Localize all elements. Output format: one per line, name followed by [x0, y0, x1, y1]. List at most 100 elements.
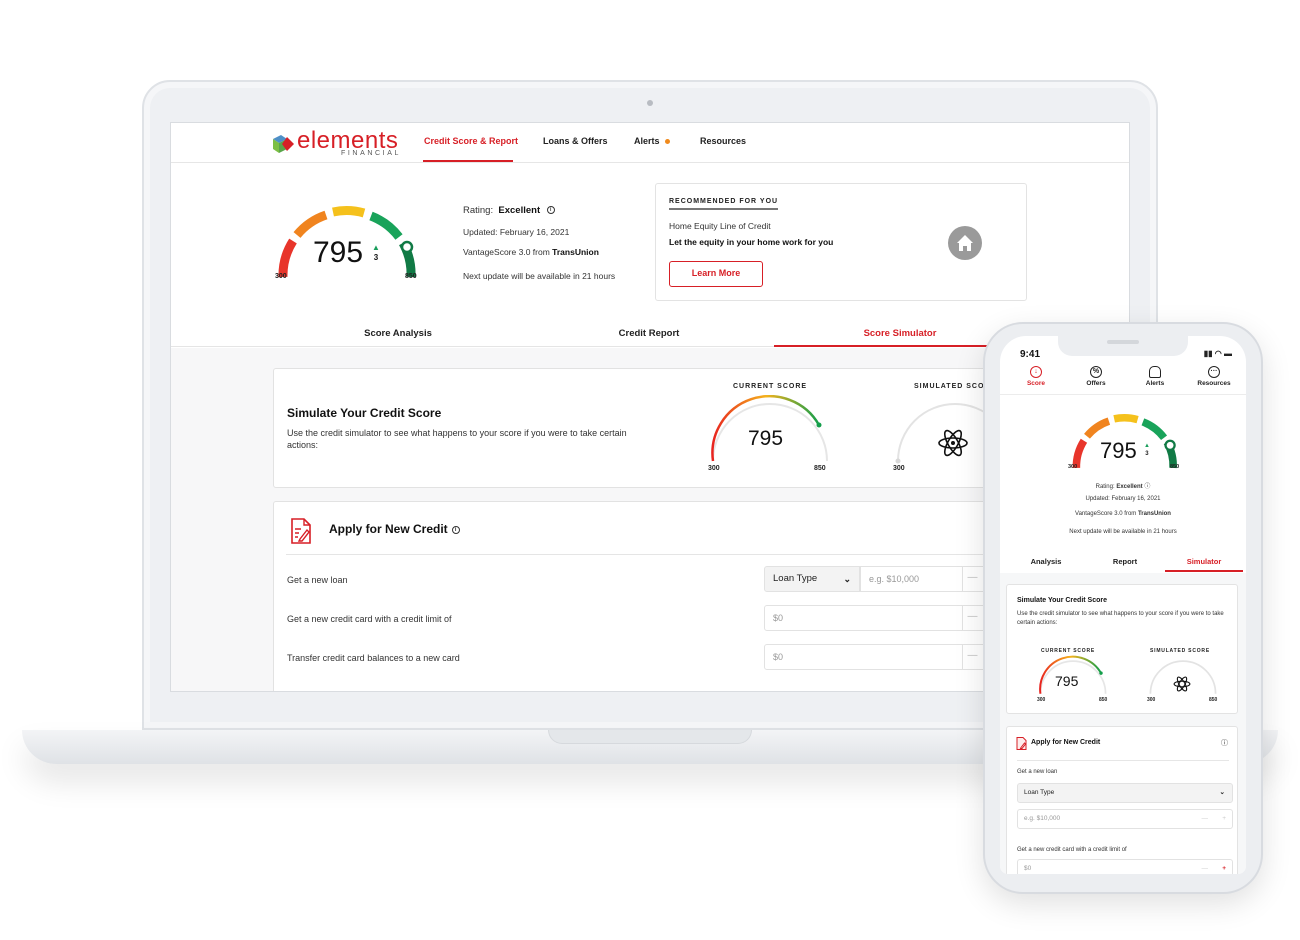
nav-alerts-label: Alerts — [634, 136, 660, 146]
current-score-label: CURRENT SCORE — [733, 383, 808, 390]
phone-loan-type-select[interactable]: Loan Type ⌄ — [1017, 783, 1233, 803]
gauge-min: 300 — [275, 273, 287, 280]
phone-nav-resources[interactable]: ··· Resources — [1184, 366, 1244, 387]
phone-source-prefix: VantageScore 3.0 from — [1075, 511, 1137, 517]
phone-simulator-description: Use the credit simulator to see what hap… — [1017, 611, 1224, 626]
tab-credit-report[interactable]: Credit Report — [524, 328, 774, 339]
recommended-title: RECOMMENDED FOR YOU — [669, 198, 779, 210]
loan-type-value: Loan Type — [773, 573, 818, 584]
phone-current-score-label: CURRENT SCORE — [1041, 648, 1096, 654]
laptop-camera — [647, 100, 653, 106]
current-gauge-max: 850 — [814, 465, 826, 472]
brand-logo[interactable]: elements FINANCIAL — [271, 127, 401, 159]
section-tabs: Score Analysis Credit Report Score Simul… — [171, 319, 1129, 347]
credit-limit-decrement-button[interactable]: — — [962, 605, 982, 631]
apply-title-text: Apply for New Credit — [329, 522, 448, 536]
minus-icon[interactable]: — — [1202, 860, 1209, 874]
percent-icon: % — [1090, 366, 1102, 378]
phone-speaker — [1107, 340, 1139, 344]
next-update: Next update will be available in 21 hour… — [463, 271, 616, 281]
phone-simulated-score-label: SIMULATED SCORE — [1150, 648, 1210, 654]
document-edit-icon — [291, 518, 311, 544]
loan-type-select[interactable]: Loan Type ⌄ — [764, 566, 860, 592]
phone-new-card-label: Get a new credit card with a credit limi… — [1017, 847, 1127, 853]
nav-alerts[interactable]: Alerts — [634, 136, 670, 146]
info-icon[interactable]: ⓘ — [1144, 484, 1150, 490]
phone-rating: Rating: Excellent ⓘ — [1000, 481, 1246, 490]
phone-nav-offers-label: Offers — [1086, 380, 1106, 387]
phone-nav-offers[interactable]: % Offers — [1066, 366, 1126, 387]
learn-more-button[interactable]: Learn More — [669, 261, 763, 287]
phone-nav-score-label: Score — [1026, 380, 1046, 387]
more-icon: ··· — [1208, 366, 1220, 378]
phone-nav-score[interactable]: ↓ Score — [1006, 366, 1066, 387]
atom-icon — [938, 429, 968, 457]
simulator-title: Simulate Your Credit Score — [287, 406, 442, 420]
phone-tab-simulator[interactable]: Simulator — [1164, 557, 1244, 566]
phone-rating-value: Excellent — [1116, 484, 1143, 490]
loan-decrement-button[interactable]: — — [962, 566, 982, 592]
plus-icon[interactable]: + — [1222, 860, 1226, 874]
phone-tab-indicator — [1165, 570, 1243, 572]
tab-score-simulator[interactable]: Score Simulator — [775, 328, 1025, 339]
status-time: 9:41 — [1020, 349, 1041, 360]
plus-icon[interactable]: + — [1222, 810, 1226, 828]
arrow-up-icon: ▲ — [1144, 443, 1150, 449]
recommended-tagline: Let the equity in your home work for you — [669, 237, 834, 247]
phone-rating-label: Rating: — [1095, 484, 1115, 490]
phone-simulated-min: 300 — [1147, 697, 1156, 703]
score-delta-value: 3 — [373, 253, 379, 262]
info-icon[interactable]: ⓘ — [1221, 738, 1228, 748]
arrow-up-icon: ▲ — [372, 243, 380, 252]
phone-simulator-title: Simulate Your Credit Score — [1017, 597, 1107, 604]
phone-updated: Updated: February 16, 2021 — [1085, 496, 1161, 502]
tab-score-analysis[interactable]: Score Analysis — [273, 328, 523, 339]
score-icon: ↓ — [1030, 366, 1042, 378]
transfer-balance-label: Transfer credit card balances to a new c… — [287, 653, 460, 663]
phone-current-max: 850 — [1099, 697, 1108, 703]
phone-loan-type-value: Loan Type — [1024, 789, 1055, 796]
phone-score-delta: ▲ 3 — [1144, 442, 1150, 458]
phone-nav-alerts-label: Alerts — [1145, 380, 1165, 387]
phone-apply-title: Apply for New Credit — [1031, 739, 1101, 746]
phone-loan-amount-placeholder: e.g. $10,000 — [1024, 815, 1061, 822]
gauge-marker — [400, 240, 414, 254]
score-delta: ▲ 3 — [372, 243, 380, 263]
atom-icon — [1173, 676, 1191, 692]
rating-value: Excellent — [498, 205, 541, 216]
nav-resources[interactable]: Resources — [700, 136, 746, 146]
phone-next-update: Next update will be available in 21 hour… — [1069, 529, 1177, 535]
phone-source: VantageScore 3.0 from TransUnion — [1000, 511, 1246, 517]
phone-screen: 9:41 ▮▮ ◠ ▬ ↓ Score % Offers Alerts ··· Res… — [1000, 336, 1246, 874]
phone-credit-limit-input[interactable]: $0 — + — [1017, 859, 1233, 874]
phone-tab-analysis[interactable]: Analysis — [1006, 557, 1086, 566]
current-gauge-min: 300 — [708, 465, 720, 472]
nav-credit-score-report[interactable]: Credit Score & Report — [424, 136, 518, 146]
minus-icon[interactable]: — — [1202, 810, 1209, 828]
phone-nav-alerts[interactable]: Alerts — [1125, 366, 1185, 387]
divider — [1017, 760, 1229, 761]
nav-loans-offers[interactable]: Loans & Offers — [543, 136, 608, 146]
laptop-opening-notch — [548, 730, 752, 744]
phone-current-score-value: 795 — [1055, 673, 1079, 689]
info-icon[interactable]: i — [546, 206, 555, 215]
phone-gauge-max: 850 — [1170, 464, 1180, 470]
logo-subtitle: FINANCIAL — [341, 150, 401, 157]
simulator-description: Use the credit simulator to see what hap… — [287, 428, 627, 450]
phone-credit-limit-placeholder: $0 — [1024, 865, 1032, 872]
phone-loan-amount-input[interactable]: e.g. $10,000 — + — [1017, 809, 1233, 829]
rating-line: Rating: Excellent i — [463, 205, 555, 216]
phone-tab-report[interactable]: Report — [1085, 557, 1165, 566]
info-icon[interactable]: i — [451, 525, 460, 534]
rating-label: Rating: — [463, 205, 494, 216]
phone-source-bureau: TransUnion — [1137, 511, 1171, 517]
source-bureau: TransUnion — [552, 247, 599, 257]
transfer-decrement-button[interactable]: — — [962, 644, 982, 670]
phone-apply-card: Apply for New Credit ⓘ Get a new loan Lo… — [1006, 726, 1238, 874]
score-source: VantageScore 3.0 from TransUnion — [463, 247, 599, 257]
credit-score-value: 795 — [313, 236, 364, 269]
current-score-value: 795 — [748, 427, 784, 450]
simulator-card: Simulate Your Credit Score Use the credi… — [273, 368, 1033, 488]
phone-gauge-min: 300 — [1068, 464, 1078, 470]
chevron-down-icon: ⌄ — [843, 574, 851, 584]
